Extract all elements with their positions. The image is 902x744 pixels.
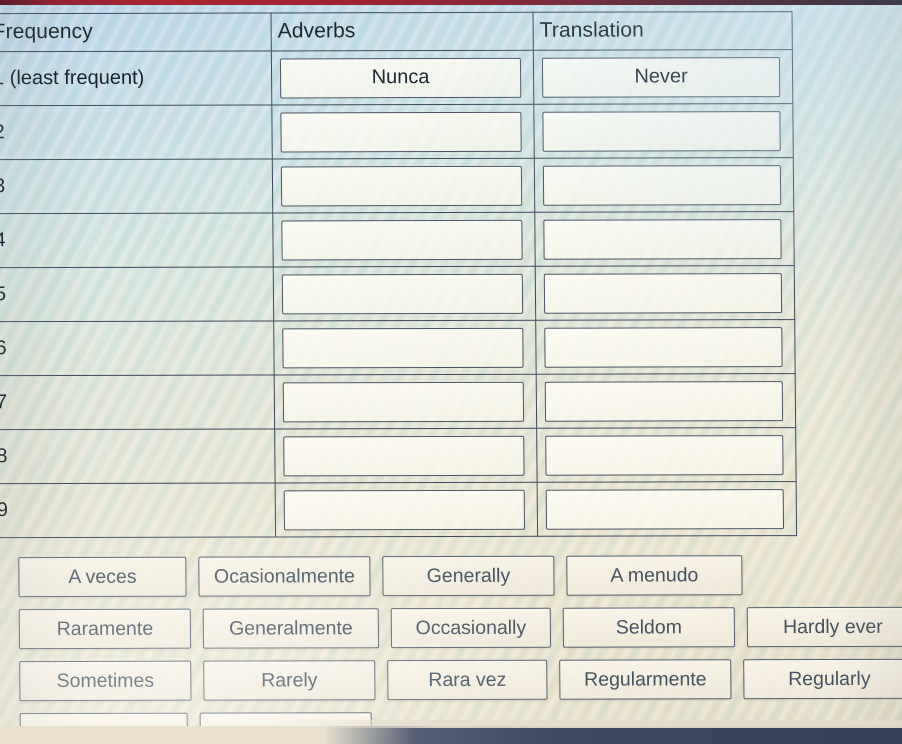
word-bank-row-2: Raramente Generalmente Occasionally Seld… [18, 606, 902, 650]
word-bank: A veces Ocasionalmente Generally A menud… [18, 555, 902, 744]
word-chip-hardly-ever[interactable]: Hardly ever [746, 606, 902, 648]
table-row: 4 [0, 211, 795, 268]
adverb-cell-8[interactable] [274, 428, 538, 483]
column-header-adverbs: Adverbs [271, 12, 534, 51]
adverb-slot-9[interactable] [283, 489, 526, 530]
table-row: 6 [0, 319, 796, 376]
column-header-translation: Translation [533, 11, 793, 51]
adverb-slot-4[interactable] [281, 219, 523, 260]
frequency-label-1: 1 (least frequent) [0, 50, 272, 106]
frequency-matching-table: Frequency Adverbs Translation 1 (least f… [0, 11, 797, 538]
word-chip-seldom[interactable]: Seldom [562, 607, 736, 648]
frequency-label-9: 9 [0, 482, 276, 538]
translation-slot-1[interactable]: Never [541, 56, 781, 98]
adverb-cell-2[interactable] [271, 104, 535, 159]
translation-cell-8[interactable] [536, 427, 797, 483]
word-bank-row-1: A veces Ocasionalmente Generally A menud… [18, 555, 902, 598]
frequency-label-3: 3 [0, 158, 273, 214]
adverb-cell-9[interactable] [275, 482, 538, 537]
adverb-cell-6[interactable] [273, 320, 537, 375]
word-chip-a-veces[interactable]: A veces [18, 556, 187, 598]
exercise-content: Frequency Adverbs Translation 1 (least f… [0, 0, 902, 744]
bottom-bezel-strip [0, 720, 902, 744]
frequency-label-6: 6 [0, 320, 275, 376]
translation-slot-6[interactable] [544, 326, 783, 368]
word-chip-rarely[interactable]: Rarely [203, 660, 376, 701]
translation-slot-2[interactable] [542, 110, 781, 152]
adverb-slot-3[interactable] [280, 165, 523, 206]
top-bezel-strip [0, 0, 902, 5]
frequency-label-7: 7 [0, 374, 275, 430]
adverb-slot-7[interactable] [282, 381, 525, 422]
table-header-row: Frequency Adverbs Translation [0, 11, 793, 52]
word-chip-ocasionalmente[interactable]: Ocasionalmente [198, 556, 371, 597]
translation-cell-1[interactable]: Never [533, 49, 793, 105]
translation-cell-9[interactable] [537, 481, 797, 537]
frequency-label-2: 2 [0, 104, 273, 160]
word-chip-sometimes[interactable]: Sometimes [19, 660, 192, 702]
adverb-cell-1[interactable]: Nunca [271, 50, 534, 105]
adverb-cell-4[interactable] [272, 212, 536, 267]
adverb-cell-7[interactable] [274, 374, 537, 429]
table-row: 9 [0, 481, 797, 538]
translation-cell-4[interactable] [534, 211, 795, 267]
translation-slot-8[interactable] [545, 434, 784, 476]
table-row: 1 (least frequent) Nunca Never [0, 49, 793, 106]
frequency-label-8: 8 [0, 428, 276, 484]
translation-cell-2[interactable] [533, 103, 794, 159]
translation-slot-4[interactable] [543, 218, 782, 260]
adverb-slot-8[interactable] [283, 435, 525, 476]
word-chip-generalmente[interactable]: Generalmente [202, 608, 380, 649]
translation-slot-3[interactable] [542, 164, 782, 206]
photographed-screen: Frequency Adverbs Translation 1 (least f… [0, 0, 902, 744]
adverb-slot-2[interactable] [280, 111, 522, 152]
word-chip-occasionally[interactable]: Occasionally [390, 607, 552, 649]
table-row: 5 [0, 265, 795, 322]
translation-slot-5[interactable] [543, 272, 783, 314]
translation-cell-6[interactable] [535, 319, 796, 375]
adverb-cell-3[interactable] [272, 158, 535, 213]
table-row: 7 [0, 373, 796, 430]
adverb-cell-5[interactable] [273, 266, 536, 321]
adverb-slot-5[interactable] [281, 273, 524, 314]
word-chip-rara-vez[interactable]: Rara vez [387, 659, 548, 701]
translation-cell-7[interactable] [536, 373, 796, 429]
translation-cell-3[interactable] [534, 157, 794, 213]
translation-slot-9[interactable] [545, 488, 785, 530]
word-chip-generally[interactable]: Generally [382, 555, 555, 597]
frequency-label-5: 5 [0, 266, 274, 322]
adverb-slot-6[interactable] [282, 327, 524, 368]
adverb-slot-1[interactable]: Nunca [279, 57, 522, 98]
column-header-frequency: Frequency [0, 12, 272, 52]
word-chip-a-menudo[interactable]: A menudo [566, 555, 743, 596]
word-chip-raramente[interactable]: Raramente [18, 608, 192, 650]
table-row: 3 [0, 157, 794, 214]
table-row: 8 [0, 427, 797, 484]
table-row: 2 [0, 103, 794, 160]
word-chip-regularmente[interactable]: Regularmente [559, 659, 732, 700]
translation-slot-7[interactable] [544, 380, 784, 422]
word-bank-row-3: Sometimes Rarely Rara vez Regularmente R… [19, 658, 902, 702]
word-chip-regularly[interactable]: Regularly [743, 658, 902, 700]
translation-cell-5[interactable] [535, 265, 795, 321]
frequency-label-4: 4 [0, 212, 274, 268]
